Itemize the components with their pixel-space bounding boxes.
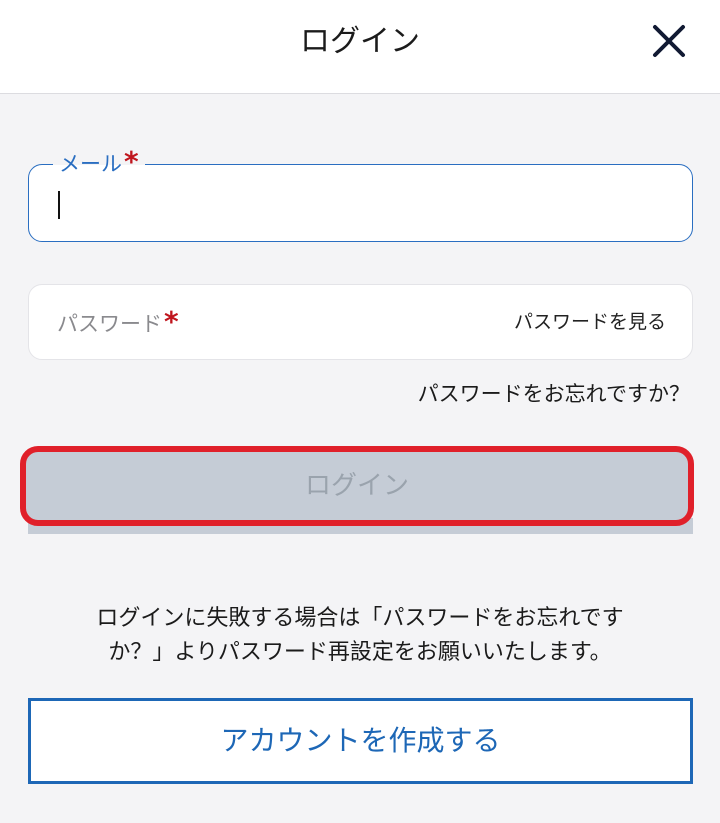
header-bar: ログイン bbox=[0, 0, 720, 94]
login-help-line-2: か？」よりパスワード再設定をお願いいたします。 bbox=[108, 640, 612, 665]
password-field[interactable]: パスワード* パスワードを見る bbox=[28, 284, 693, 360]
create-account-button[interactable]: アカウントを作成する bbox=[28, 698, 693, 784]
login-button[interactable]: ログイン bbox=[20, 446, 694, 526]
login-help-text: ログインに失敗する場合は「パスワードをお忘れです か？」よりパスワード再設定をお… bbox=[30, 602, 690, 670]
password-placeholder: パスワード* bbox=[57, 307, 179, 339]
page-title: ログイン bbox=[300, 24, 420, 59]
password-required-mark: * bbox=[164, 305, 179, 338]
show-password-toggle[interactable]: パスワードを見る bbox=[514, 307, 666, 337]
close-button[interactable] bbox=[646, 18, 692, 64]
login-button-wrapper: ログイン bbox=[20, 446, 694, 534]
password-placeholder-text: パスワード bbox=[57, 312, 162, 336]
login-help-line-1: ログインに失敗する場合は「パスワードをお忘れです bbox=[96, 606, 624, 631]
email-required-mark: * bbox=[124, 145, 139, 178]
text-caret bbox=[58, 191, 60, 219]
email-field[interactable]: メール* bbox=[28, 147, 693, 242]
email-label: メール* bbox=[53, 147, 145, 179]
email-input[interactable] bbox=[53, 183, 663, 223]
forgot-password-link[interactable]: パスワードをお忘れですか？ bbox=[418, 378, 690, 410]
close-icon bbox=[653, 25, 685, 57]
email-label-text: メール bbox=[59, 152, 122, 176]
login-form-area: メール* パスワード* パスワードを見る パスワードをお忘れですか？ ログイン … bbox=[0, 94, 720, 823]
